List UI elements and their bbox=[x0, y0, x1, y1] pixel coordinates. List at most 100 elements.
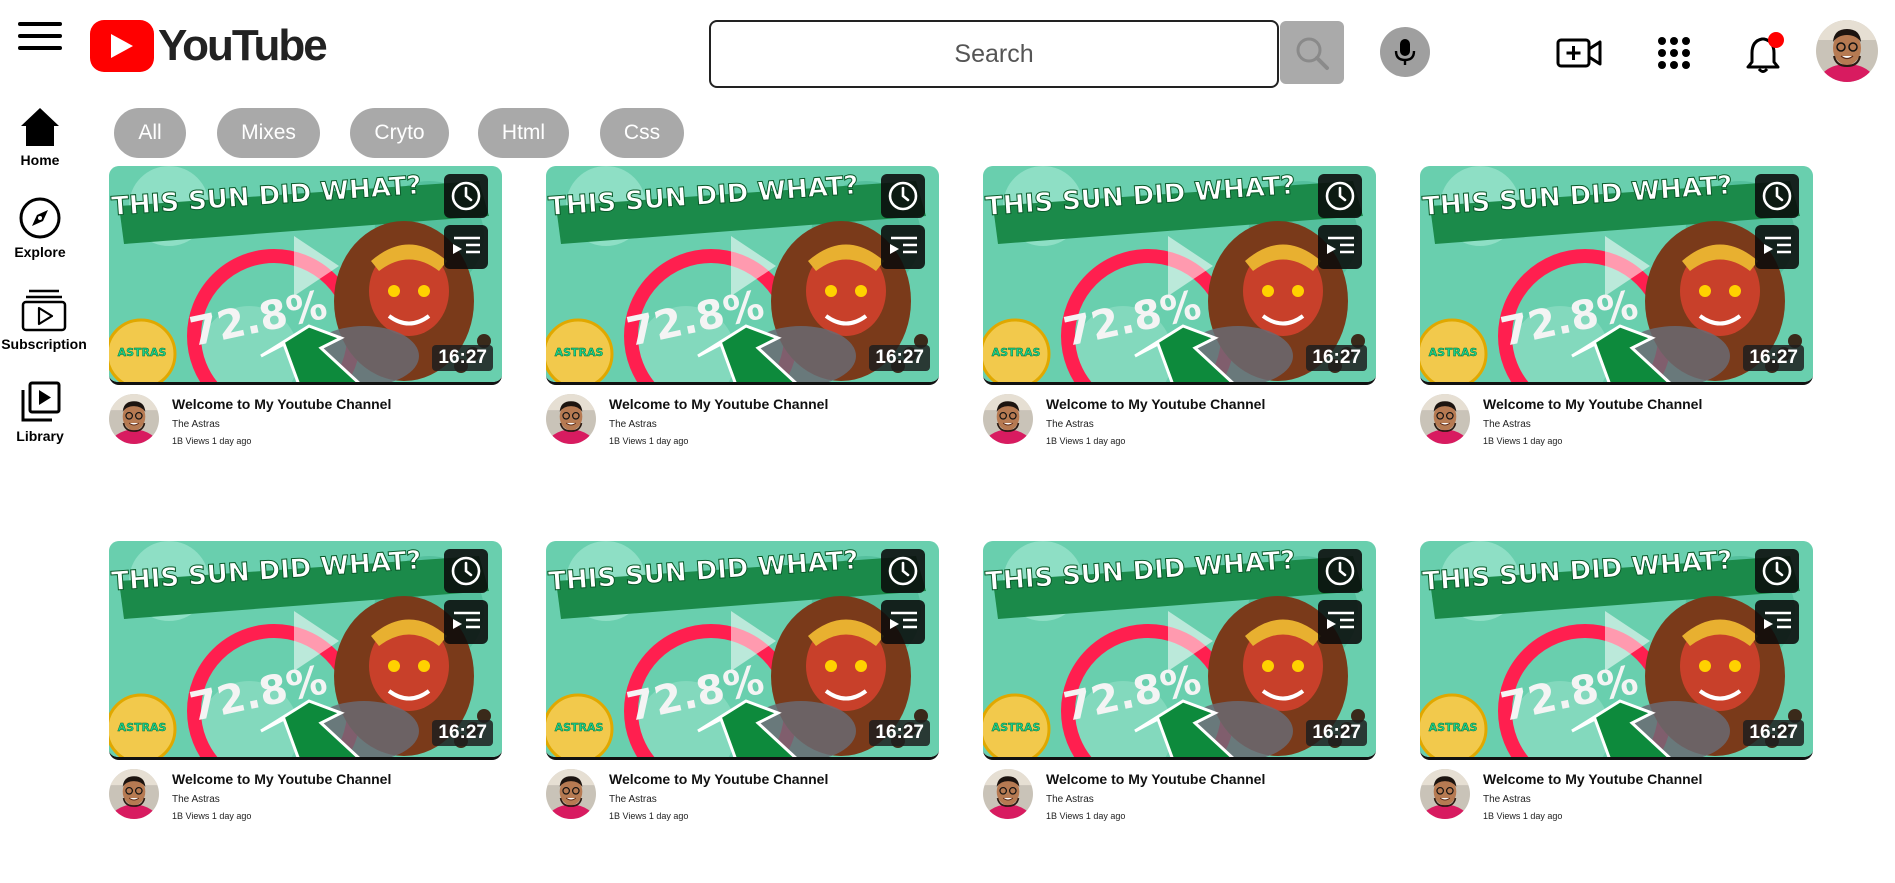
video-thumbnail[interactable]: THIS SUN DID WHAT? 72.8% ASTRAS 16:27 bbox=[983, 166, 1376, 385]
thumbnail-channel-badge: ASTRAS bbox=[117, 721, 167, 734]
video-title[interactable]: Welcome to My Youtube Channel bbox=[1046, 396, 1265, 412]
video-stats: 1B Views 1 day ago bbox=[1046, 436, 1126, 446]
channel-avatar[interactable] bbox=[109, 394, 159, 444]
video-card[interactable]: THIS SUN DID WHAT? 72.8% ASTRAS 16:27 We… bbox=[983, 541, 1376, 841]
library-icon bbox=[21, 381, 61, 422]
video-title[interactable]: Welcome to My Youtube Channel bbox=[172, 396, 391, 412]
video-card[interactable]: THIS SUN DID WHAT? 72.8% ASTRAS 16:27 We… bbox=[1420, 166, 1813, 466]
video-thumbnail[interactable]: THIS SUN DID WHAT? 72.8% ASTRAS 16:27 bbox=[109, 541, 502, 760]
video-card[interactable]: THIS SUN DID WHAT? 72.8% ASTRAS 16:27 We… bbox=[109, 166, 502, 466]
chip-css[interactable]: Css bbox=[600, 108, 684, 158]
video-stats: 1B Views 1 day ago bbox=[172, 436, 252, 446]
sidebar-item-label: Subscription bbox=[1, 336, 87, 352]
watch-later-button[interactable] bbox=[881, 174, 925, 218]
channel-avatar[interactable] bbox=[546, 769, 596, 819]
add-to-queue-button[interactable] bbox=[1755, 225, 1799, 269]
sidebar-item-home[interactable]: Home bbox=[0, 106, 80, 168]
thumbnail-channel-badge: ASTRAS bbox=[554, 721, 604, 734]
apps-grid-icon[interactable] bbox=[1649, 28, 1699, 78]
queue-icon bbox=[1764, 611, 1791, 629]
clock-icon bbox=[1325, 181, 1355, 211]
video-stats: 1B Views 1 day ago bbox=[1483, 436, 1563, 446]
add-to-queue-button[interactable] bbox=[444, 600, 488, 644]
watch-later-button[interactable] bbox=[1318, 549, 1362, 593]
notification-bell-icon[interactable] bbox=[1740, 28, 1790, 78]
watch-later-button[interactable] bbox=[881, 549, 925, 593]
add-to-queue-button[interactable] bbox=[881, 225, 925, 269]
channel-name[interactable]: The Astras bbox=[1046, 419, 1094, 430]
video-thumbnail[interactable]: THIS SUN DID WHAT? 72.8% ASTRAS 16:27 bbox=[109, 166, 502, 385]
watch-later-button[interactable] bbox=[1318, 174, 1362, 218]
video-duration: 16:27 bbox=[432, 720, 493, 746]
video-card[interactable]: THIS SUN DID WHAT? 72.8% ASTRAS 16:27 We… bbox=[1420, 541, 1813, 841]
channel-avatar[interactable] bbox=[983, 769, 1033, 819]
video-thumbnail[interactable]: THIS SUN DID WHAT? 72.8% ASTRAS 16:27 bbox=[546, 166, 939, 385]
top-header: YouTube bbox=[0, 0, 1895, 100]
menu-icon[interactable] bbox=[18, 22, 62, 58]
sidebar-item-library[interactable]: Library bbox=[0, 380, 80, 444]
search-button[interactable] bbox=[1280, 21, 1344, 84]
channel-name[interactable]: The Astras bbox=[172, 419, 220, 430]
channel-avatar[interactable] bbox=[983, 394, 1033, 444]
video-card[interactable]: THIS SUN DID WHAT? 72.8% ASTRAS 16:27 We… bbox=[546, 541, 939, 841]
watch-later-button[interactable] bbox=[444, 549, 488, 593]
video-thumbnail[interactable]: THIS SUN DID WHAT? 72.8% ASTRAS 16:27 bbox=[1420, 541, 1813, 760]
video-duration: 16:27 bbox=[432, 345, 493, 371]
add-to-queue-button[interactable] bbox=[1755, 600, 1799, 644]
video-duration: 16:27 bbox=[1743, 345, 1804, 371]
voice-search-button[interactable] bbox=[1380, 27, 1430, 77]
add-to-queue-button[interactable] bbox=[444, 225, 488, 269]
watch-later-button[interactable] bbox=[444, 174, 488, 218]
profile-avatar[interactable] bbox=[1816, 20, 1878, 82]
video-title[interactable]: Welcome to My Youtube Channel bbox=[609, 396, 828, 412]
chip-html[interactable]: Html bbox=[478, 108, 569, 158]
watch-later-button[interactable] bbox=[1755, 174, 1799, 218]
thumbnail-channel-badge: ASTRAS bbox=[554, 346, 604, 359]
video-card[interactable]: THIS SUN DID WHAT? 72.8% ASTRAS 16:27 We… bbox=[983, 166, 1376, 466]
channel-avatar[interactable] bbox=[1420, 394, 1470, 444]
watch-later-button[interactable] bbox=[1755, 549, 1799, 593]
video-card[interactable]: THIS SUN DID WHAT? 72.8% ASTRAS 16:27 We… bbox=[546, 166, 939, 466]
add-to-queue-button[interactable] bbox=[1318, 600, 1362, 644]
microphone-icon bbox=[1394, 39, 1416, 65]
video-duration: 16:27 bbox=[1306, 720, 1367, 746]
channel-name[interactable]: The Astras bbox=[1483, 419, 1531, 430]
video-card[interactable]: THIS SUN DID WHAT? 72.8% ASTRAS 16:27 We… bbox=[109, 541, 502, 841]
compass-icon bbox=[19, 197, 61, 239]
channel-name[interactable]: The Astras bbox=[609, 419, 657, 430]
add-to-queue-button[interactable] bbox=[1318, 225, 1362, 269]
sidebar-item-label: Library bbox=[16, 428, 64, 444]
video-title[interactable]: Welcome to My Youtube Channel bbox=[609, 771, 828, 787]
video-thumbnail[interactable]: THIS SUN DID WHAT? 72.8% ASTRAS 16:27 bbox=[983, 541, 1376, 760]
video-title[interactable]: Welcome to My Youtube Channel bbox=[1483, 771, 1702, 787]
video-duration: 16:27 bbox=[869, 345, 930, 371]
video-title[interactable]: Welcome to My Youtube Channel bbox=[172, 771, 391, 787]
channel-avatar[interactable] bbox=[109, 769, 159, 819]
clock-icon bbox=[888, 181, 918, 211]
add-to-queue-button[interactable] bbox=[881, 600, 925, 644]
sidebar-item-subscription[interactable]: Subscription bbox=[1, 288, 87, 352]
video-duration: 16:27 bbox=[869, 720, 930, 746]
channel-name[interactable]: The Astras bbox=[609, 794, 657, 805]
video-thumbnail[interactable]: THIS SUN DID WHAT? 72.8% ASTRAS 16:27 bbox=[546, 541, 939, 760]
channel-avatar[interactable] bbox=[546, 394, 596, 444]
home-icon bbox=[21, 108, 59, 146]
chip-cryto[interactable]: Cryto bbox=[350, 108, 449, 158]
video-title[interactable]: Welcome to My Youtube Channel bbox=[1046, 771, 1265, 787]
channel-avatar[interactable] bbox=[1420, 769, 1470, 819]
video-title[interactable]: Welcome to My Youtube Channel bbox=[1483, 396, 1702, 412]
thumbnail-channel-badge: ASTRAS bbox=[991, 721, 1041, 734]
sidebar-item-label: Explore bbox=[14, 244, 66, 260]
queue-icon bbox=[1764, 236, 1791, 254]
search-input[interactable] bbox=[711, 22, 1277, 86]
youtube-logo[interactable]: YouTube bbox=[90, 20, 328, 72]
create-video-icon[interactable] bbox=[1554, 28, 1604, 78]
channel-name[interactable]: The Astras bbox=[1483, 794, 1531, 805]
channel-name[interactable]: The Astras bbox=[1046, 794, 1094, 805]
chip-all[interactable]: All bbox=[114, 108, 186, 158]
channel-name[interactable]: The Astras bbox=[172, 794, 220, 805]
chip-mixes[interactable]: Mixes bbox=[217, 108, 320, 158]
sidebar-item-label: Home bbox=[20, 152, 60, 168]
sidebar-item-explore[interactable]: Explore bbox=[0, 196, 80, 260]
video-thumbnail[interactable]: THIS SUN DID WHAT? 72.8% ASTRAS 16:27 bbox=[1420, 166, 1813, 385]
